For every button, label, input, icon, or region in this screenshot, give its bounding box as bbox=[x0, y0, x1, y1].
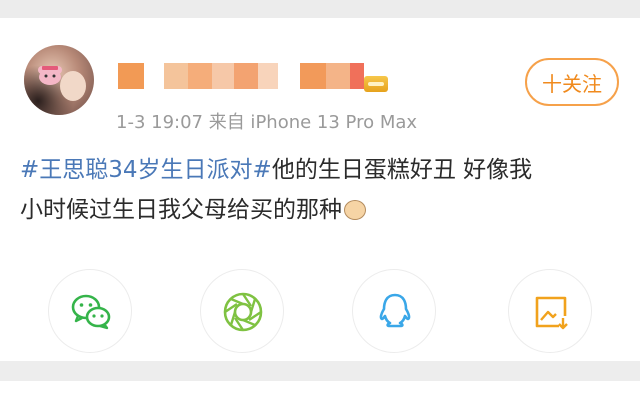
follow-button[interactable]: 十关注 bbox=[525, 58, 619, 106]
wechat-icon bbox=[71, 294, 111, 330]
weibo-post-card: 1-3 19:07 来自 iPhone 13 Pro Max 十关注 #王思聪3… bbox=[0, 18, 640, 361]
hashtag-link[interactable]: #王思聪34岁生日派对# bbox=[20, 157, 272, 183]
post-text: #王思聪34岁生日派对#他的生日蛋糕好丑 好像我 小时候过生日我父母给买的那种 bbox=[20, 150, 625, 230]
moments-icon bbox=[223, 292, 263, 332]
post-text-line2: 小时候过生日我父母给买的那种 bbox=[20, 197, 342, 223]
username-blurred[interactable] bbox=[118, 63, 364, 89]
qq-icon bbox=[379, 293, 411, 328]
vip-badge bbox=[364, 76, 388, 92]
next-card-edge bbox=[0, 381, 640, 399]
top-separator bbox=[0, 0, 640, 20]
avatar[interactable] bbox=[24, 45, 94, 115]
save-image-button[interactable] bbox=[508, 269, 592, 353]
share-wechat-button[interactable] bbox=[48, 269, 132, 353]
share-qq-button[interactable] bbox=[352, 269, 436, 353]
share-moments-button[interactable] bbox=[200, 269, 284, 353]
cat-emoji-icon bbox=[344, 200, 366, 220]
bear-sticker-icon bbox=[38, 66, 62, 85]
post-text-line1: 他的生日蛋糕好丑 好像我 bbox=[271, 157, 533, 183]
post-meta: 1-3 19:07 来自 iPhone 13 Pro Max bbox=[116, 112, 418, 133]
save-image-icon bbox=[535, 296, 568, 330]
bottom-separator bbox=[0, 361, 640, 381]
